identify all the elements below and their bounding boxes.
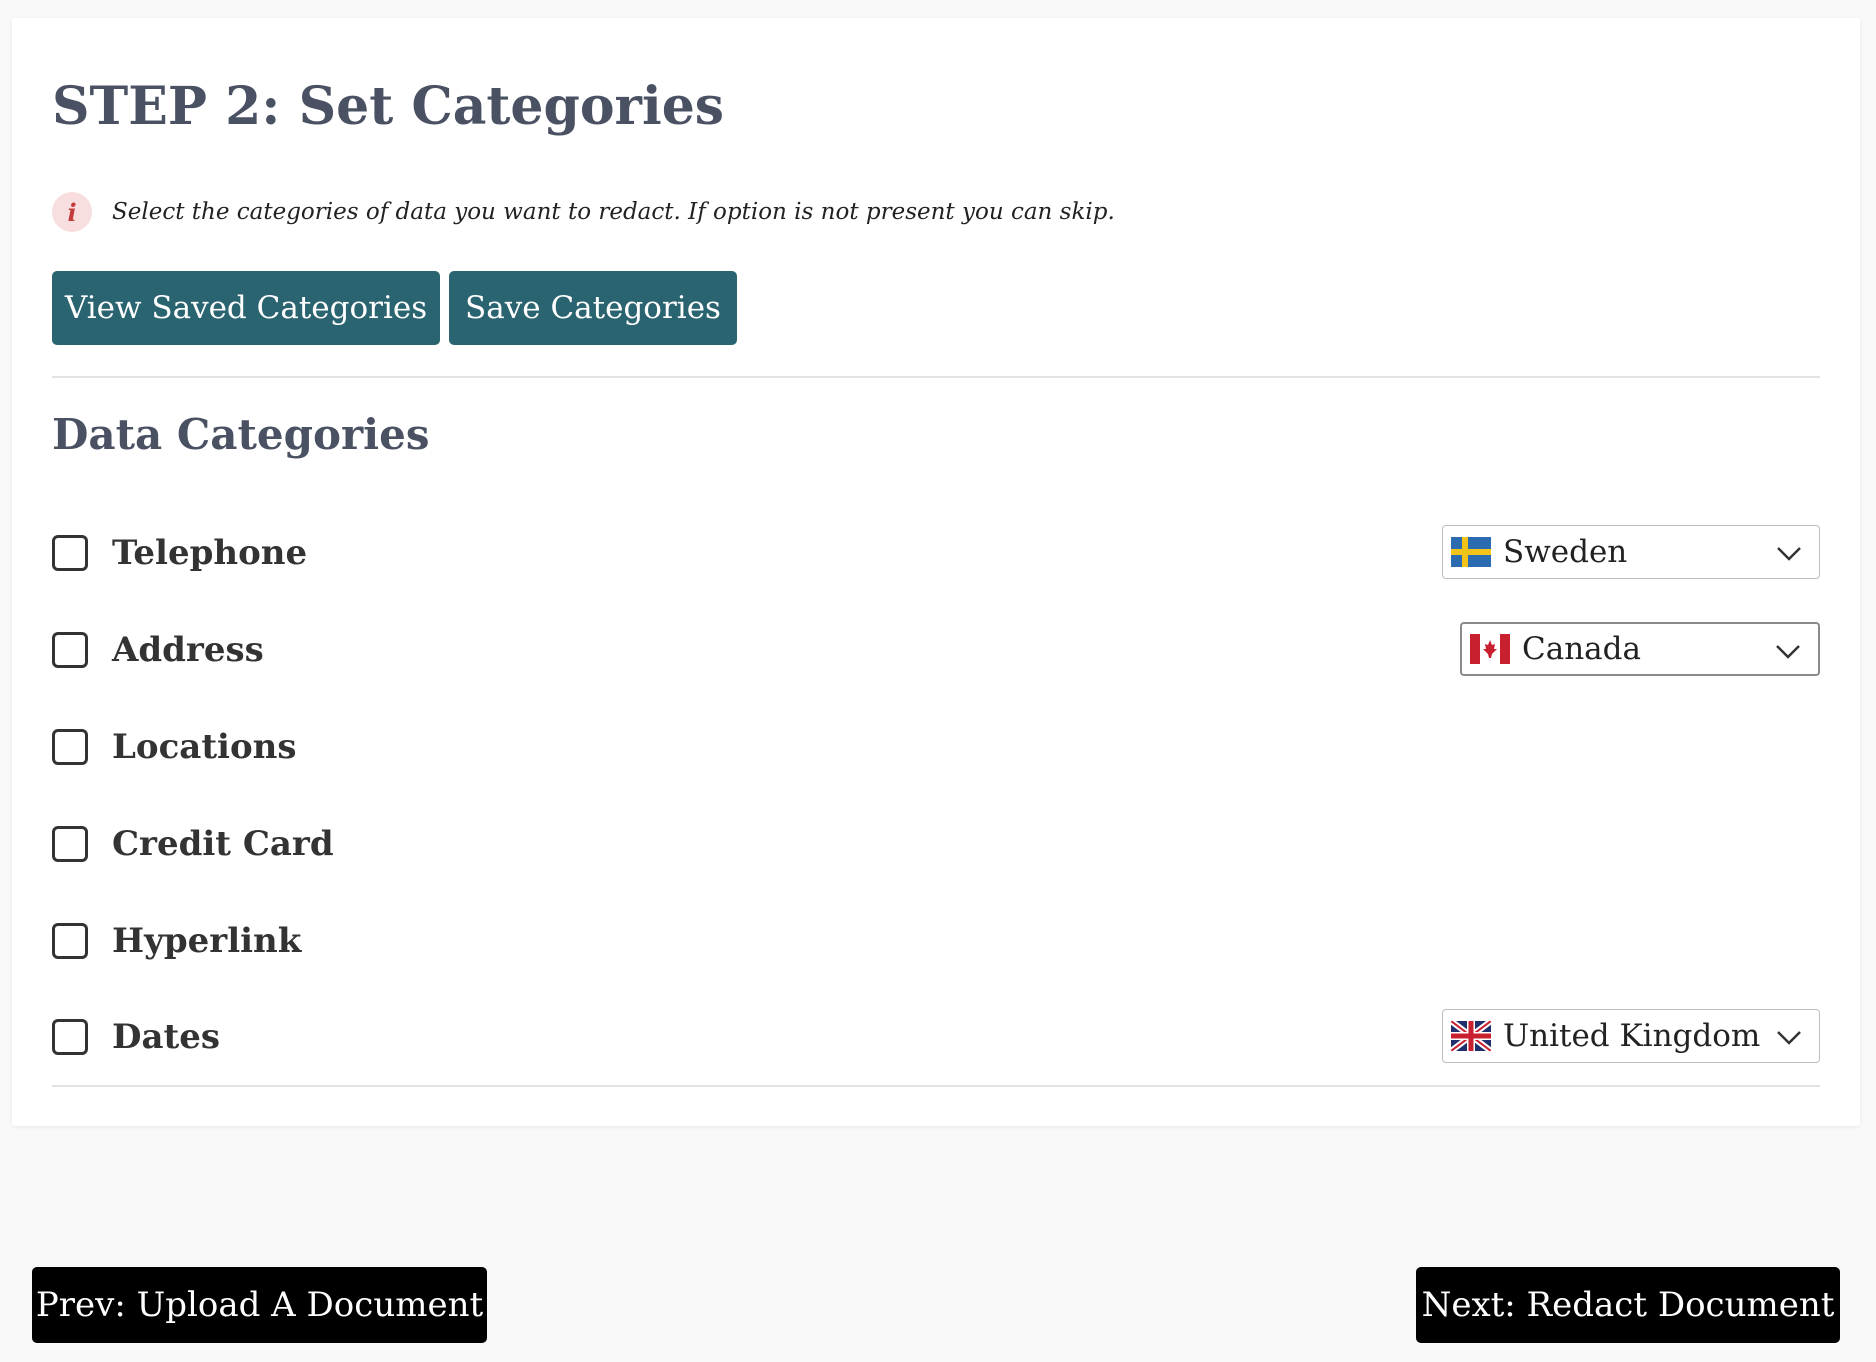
categories-card: STEP 2: Set Categories i Select the cate… <box>12 18 1860 1126</box>
dates-checkbox[interactable] <box>52 1019 88 1055</box>
canada-flag-icon <box>1470 634 1510 664</box>
section-title: Data Categories <box>52 410 430 459</box>
category-label: Credit Card <box>112 824 334 864</box>
uk-flag-icon <box>1451 1021 1491 1051</box>
address-country-select[interactable]: Canada <box>1460 622 1820 676</box>
category-label: Telephone <box>112 533 308 573</box>
prev-upload-document-button[interactable]: Prev: Upload A Document <box>32 1267 487 1343</box>
dates-country-select[interactable]: United Kingdom <box>1442 1009 1820 1063</box>
country-name: Canada <box>1522 631 1641 667</box>
category-label: Locations <box>112 727 297 767</box>
address-checkbox[interactable] <box>52 632 88 668</box>
category-row-credit-card: Credit Card <box>52 816 1820 872</box>
next-redact-document-button[interactable]: Next: Redact Document <box>1416 1267 1840 1343</box>
country-name: United Kingdom <box>1503 1018 1761 1054</box>
category-row-telephone: Telephone Sweden <box>52 525 1820 581</box>
credit-card-checkbox[interactable] <box>52 826 88 862</box>
divider <box>52 1085 1820 1087</box>
info-message: i Select the categories of data you want… <box>52 192 1115 232</box>
category-label: Hyperlink <box>112 921 302 961</box>
hyperlink-checkbox[interactable] <box>52 923 88 959</box>
info-icon: i <box>52 192 92 232</box>
telephone-checkbox[interactable] <box>52 535 88 571</box>
chevron-down-icon <box>1777 547 1801 561</box>
chevron-down-icon <box>1776 645 1800 659</box>
category-row-dates: Dates United Kingdom <box>52 1009 1820 1065</box>
category-row-locations: Locations <box>52 719 1820 775</box>
chevron-down-icon <box>1777 1031 1801 1045</box>
telephone-country-select[interactable]: Sweden <box>1442 525 1820 579</box>
info-text: Select the categories of data you want t… <box>112 199 1115 225</box>
divider <box>52 376 1820 378</box>
view-saved-categories-button[interactable]: View Saved Categories <box>52 271 440 345</box>
country-name: Sweden <box>1503 534 1628 570</box>
category-row-hyperlink: Hyperlink <box>52 913 1820 969</box>
category-row-address: Address Canada <box>52 622 1820 678</box>
sweden-flag-icon <box>1451 537 1491 567</box>
category-label: Address <box>112 630 264 670</box>
page-title: STEP 2: Set Categories <box>52 76 725 137</box>
save-categories-button[interactable]: Save Categories <box>449 271 737 345</box>
locations-checkbox[interactable] <box>52 729 88 765</box>
category-label: Dates <box>112 1017 220 1057</box>
